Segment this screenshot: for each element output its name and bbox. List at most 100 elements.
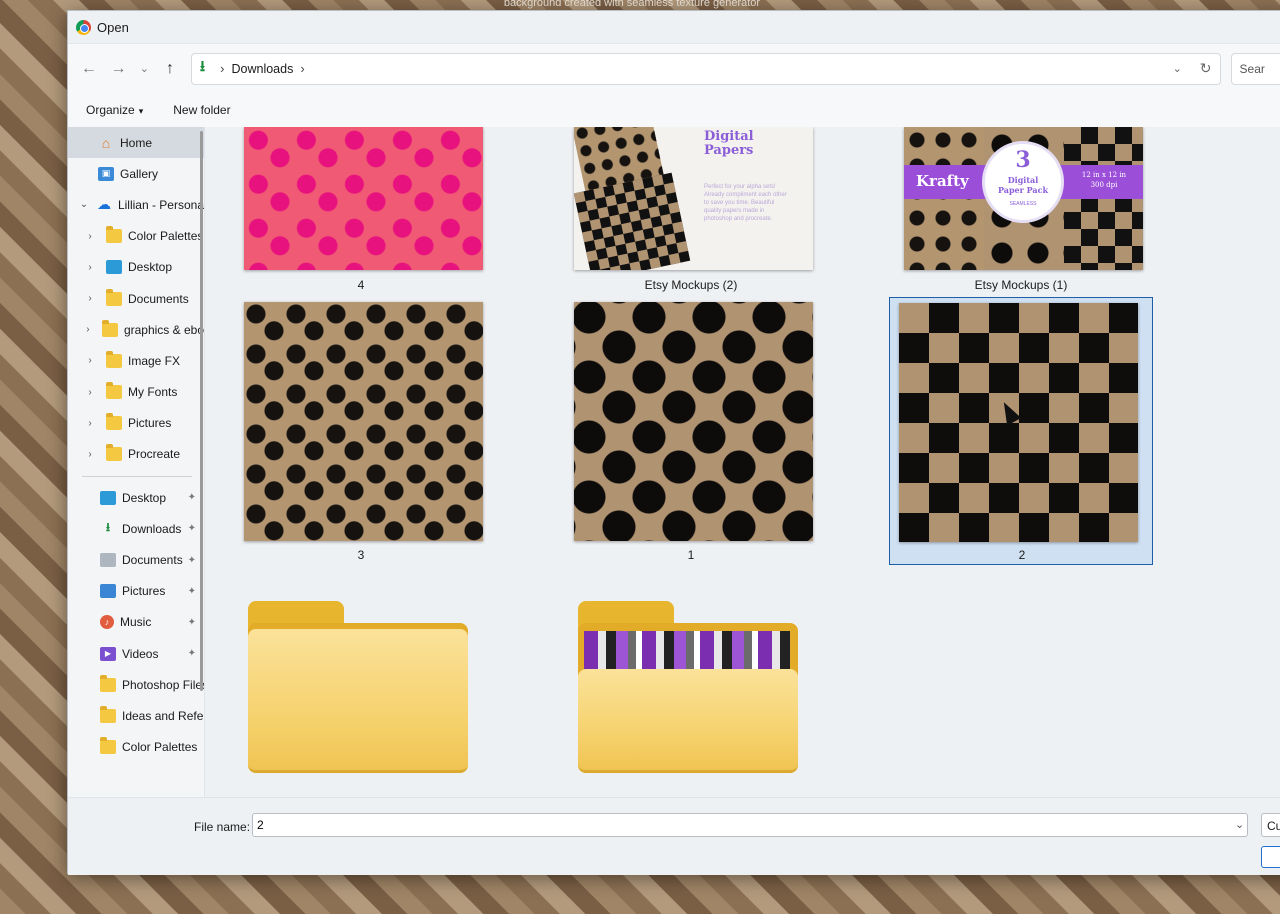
folder-icon	[106, 288, 122, 306]
sidebar-item-label: Lillian - Persona	[117, 197, 204, 212]
mockup-pack-line2: Paper Pack	[997, 185, 1049, 195]
quick-access-label: Music	[120, 615, 152, 630]
file-item[interactable]: Krafty 12 in x 12 in 300 dpi 3 Digital Pap…	[889, 127, 1153, 293]
file-name-dropdown-icon[interactable]: ⌄	[1235, 818, 1244, 831]
chevron-right-icon[interactable]: ›	[84, 449, 96, 460]
chevron-down-icon: ▾	[138, 106, 144, 116]
up-arrow-icon[interactable]: ↑	[155, 54, 185, 84]
quick-access-item[interactable]: Ideas and Refere	[68, 700, 204, 731]
breadcrumb-separator: ›	[220, 61, 225, 76]
file-type-filter[interactable]: Cu	[1261, 813, 1280, 837]
chevron-right-icon[interactable]: ›	[84, 355, 96, 366]
sidebar-item[interactable]: ⌄ ☁ Lillian - Persona	[68, 189, 204, 220]
sidebar-item-label: Image FX	[128, 353, 181, 368]
sidebar-item[interactable]: › Color Palettes	[68, 221, 204, 252]
chevron-right-icon[interactable]: ›	[84, 324, 92, 335]
forward-arrow-icon[interactable]: →	[104, 54, 134, 84]
file-item[interactable]: 4	[229, 127, 493, 293]
organize-button[interactable]: Organize ▾	[86, 103, 143, 117]
sidebar-item-label: Procreate	[128, 447, 181, 462]
quick-access-item[interactable]: Pictures ✦	[68, 576, 204, 607]
sidebar-item[interactable]: › My Fonts	[68, 377, 204, 408]
folder-item[interactable]	[578, 601, 798, 776]
search-input[interactable]: Sear	[1230, 52, 1280, 85]
sidebar-item[interactable]: › Procreate	[68, 439, 204, 470]
mockup-size-line1: 12 in x 12 in	[1081, 171, 1127, 179]
organize-label: Organize	[86, 103, 135, 117]
file-name-bar: File name: ⌄ Cu	[68, 797, 1280, 875]
sidebar-item[interactable]: ▣ Gallery	[68, 158, 204, 189]
quick-access-item[interactable]: Color Palettes	[68, 732, 204, 763]
sidebar-divider	[68, 470, 204, 482]
thumbnail-brown-checker-pattern	[899, 303, 1138, 542]
quick-access-item[interactable]: ♪ Music ✦	[68, 607, 204, 638]
chevron-right-icon[interactable]: ›	[84, 293, 96, 304]
file-name-label: Etsy Mockups (2)	[644, 278, 738, 292]
quick-access-item[interactable]: Desktop ✦	[68, 482, 204, 513]
navigation-pane[interactable]: ⌂ Home ▣ Gallery ⌄ ☁ Lillian - Persona › Color P…	[68, 127, 205, 797]
folder-item[interactable]	[248, 601, 468, 776]
pin-icon: ✦	[187, 554, 196, 566]
back-arrow-icon[interactable]: ←	[74, 54, 104, 84]
file-item[interactable]: Digital Papers Perfect for your alpha set…	[559, 127, 823, 293]
open-button[interactable]	[1261, 846, 1280, 868]
sidebar-item-label: Documents	[128, 291, 189, 306]
folder-icon	[106, 444, 122, 462]
chevron-right-icon[interactable]: ›	[84, 387, 96, 398]
breadcrumb-separator[interactable]: ›	[300, 61, 304, 76]
folder-icon	[106, 226, 122, 244]
sidebar-item[interactable]: › graphics & ebo	[68, 314, 204, 345]
folder-icon	[106, 382, 122, 400]
thumbnail-brown-polka-dot-pattern	[574, 302, 813, 541]
mockup-brand: Krafty	[916, 172, 969, 190]
quick-access-item[interactable]: ▶ Videos ✦	[68, 638, 204, 669]
recent-locations-chevron-icon[interactable]: ⌄	[133, 54, 155, 84]
quick-access-label: Color Palettes	[122, 740, 198, 755]
file-name-label: 4	[357, 278, 365, 292]
folder-icon	[578, 669, 798, 773]
sidebar-item[interactable]: › Image FX	[68, 345, 204, 376]
file-name-input[interactable]	[252, 813, 1248, 837]
sidebar-item[interactable]: › Desktop	[68, 252, 204, 283]
new-folder-button[interactable]: New folder	[173, 103, 230, 117]
window-title: Open	[97, 19, 129, 35]
sidebar-item[interactable]: ⌂ Home	[68, 127, 204, 159]
mockup-size-line2: 300 dpi	[1090, 181, 1118, 189]
quick-access-label: Videos	[122, 646, 159, 661]
chevron-down-icon[interactable]: ⌄	[78, 199, 90, 210]
quick-access-item[interactable]: Photoshop Files	[68, 669, 204, 700]
quick-access-item[interactable]: ⭳ Downloads ✦	[68, 513, 204, 544]
file-view[interactable]: 4 Digital Papers Perfect for your alpha s…	[205, 127, 1280, 797]
chevron-right-icon[interactable]: ›	[84, 262, 96, 273]
chevron-right-icon[interactable]: ›	[84, 231, 96, 242]
sidebar-item[interactable]: › Documents	[68, 283, 204, 314]
pin-icon: ✦	[187, 523, 196, 535]
pictures-icon	[100, 584, 116, 599]
quick-access-label: Pictures	[122, 584, 166, 599]
videos-icon: ▶	[100, 646, 116, 661]
sidebar-scrollbar[interactable]	[200, 131, 203, 691]
file-item[interactable]: 1	[559, 297, 823, 565]
sidebar-item[interactable]: › Pictures	[68, 408, 204, 439]
file-item-selected[interactable]: 2	[889, 297, 1153, 565]
folder-icon	[106, 350, 122, 368]
address-dropdown-icon[interactable]: ⌄	[1173, 62, 1182, 75]
mockup-title-line1: Digital	[704, 129, 754, 144]
quick-access-label: Photoshop Files	[122, 677, 205, 692]
sidebar-item-label: Home	[120, 135, 153, 150]
quick-access-label: Documents	[122, 553, 183, 568]
quick-access-item[interactable]: Documents ✦	[68, 544, 204, 575]
breadcrumb-downloads[interactable]: Downloads	[232, 62, 294, 76]
music-icon: ♪	[100, 615, 114, 630]
chevron-right-icon[interactable]: ›	[84, 418, 96, 429]
folder-icon	[106, 413, 122, 431]
folder-icon	[100, 674, 116, 692]
thumbnail-krafty-paper-pack-mockup: Krafty 12 in x 12 in 300 dpi 3 Digital Pap…	[904, 127, 1143, 270]
refresh-icon[interactable]: ↻	[1200, 60, 1212, 77]
file-name-label: File name:	[194, 820, 251, 834]
file-item[interactable]: 3	[229, 297, 493, 565]
thumbnail-brown-leopard-pattern	[244, 302, 483, 541]
address-bar[interactable]: ⭳ › Downloads › ⌄ ↻	[190, 52, 1221, 85]
mockup-number: 3	[1015, 147, 1031, 173]
pin-icon: ✦	[187, 492, 196, 504]
